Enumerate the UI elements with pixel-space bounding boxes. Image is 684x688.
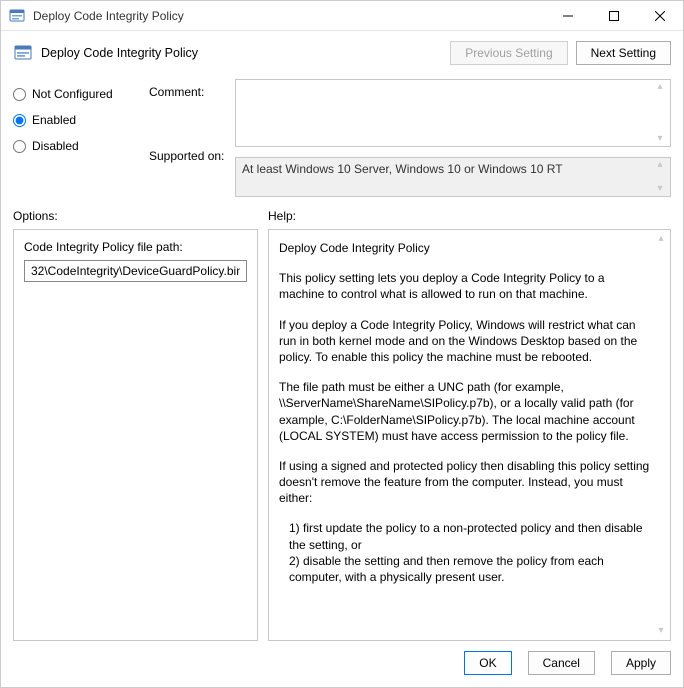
filepath-input[interactable]: [24, 260, 247, 282]
help-p3: The file path must be either a UNC path …: [279, 379, 650, 444]
radio-not-configured-input[interactable]: [13, 88, 26, 101]
field-labels: Comment: Supported on:: [149, 79, 229, 163]
supported-on-label: Supported on:: [149, 149, 229, 163]
header: Deploy Code Integrity Policy Previous Se…: [1, 31, 683, 75]
radio-not-configured[interactable]: Not Configured: [13, 87, 143, 101]
supported-on-box: At least Windows 10 Server, Windows 10 o…: [235, 157, 671, 197]
minimize-button[interactable]: [545, 1, 591, 31]
cancel-button[interactable]: Cancel: [528, 651, 595, 675]
apply-button[interactable]: Apply: [611, 651, 671, 675]
dialog-footer: OK Cancel Apply: [1, 641, 683, 687]
help-p5a: 1) first update the policy to a non-prot…: [279, 520, 650, 552]
comment-scrollbar[interactable]: ▴ ▾: [652, 82, 668, 144]
window-title: Deploy Code Integrity Policy: [33, 9, 545, 23]
policy-icon: [13, 43, 33, 63]
radio-disabled-label: Disabled: [32, 139, 79, 153]
filepath-label: Code Integrity Policy file path:: [24, 240, 247, 254]
chevron-down-icon: ▾: [657, 134, 662, 144]
comment-field[interactable]: [236, 80, 670, 146]
options-panel: Code Integrity Policy file path:: [13, 229, 258, 641]
help-p2: If you deploy a Code Integrity Policy, W…: [279, 317, 650, 366]
chevron-up-icon: ▴: [657, 82, 662, 92]
radio-disabled-input[interactable]: [13, 140, 26, 153]
help-p4: If using a signed and protected policy t…: [279, 458, 650, 507]
page-title: Deploy Code Integrity Policy: [41, 46, 442, 60]
previous-setting-button[interactable]: Previous Setting: [450, 41, 567, 65]
help-p5b: 2) disable the setting and then remove t…: [279, 553, 650, 585]
maximize-button[interactable]: [591, 1, 637, 31]
supported-scrollbar: ▴ ▾: [652, 160, 668, 194]
chevron-down-icon: ▾: [657, 184, 662, 194]
radio-disabled[interactable]: Disabled: [13, 139, 143, 153]
help-label: Help:: [268, 209, 671, 223]
help-scrollbar[interactable]: ▴ ▾: [654, 234, 668, 636]
radio-enabled[interactable]: Enabled: [13, 113, 143, 127]
radio-enabled-input[interactable]: [13, 114, 26, 127]
chevron-down-icon: ▾: [658, 626, 663, 636]
radio-not-configured-label: Not Configured: [32, 87, 113, 101]
radio-enabled-label: Enabled: [32, 113, 76, 127]
help-title: Deploy Code Integrity Policy: [279, 240, 650, 256]
comment-field-wrap: ▴ ▾: [235, 79, 671, 147]
chevron-up-icon: ▴: [658, 234, 663, 244]
close-button[interactable]: [637, 1, 683, 31]
next-setting-button[interactable]: Next Setting: [576, 41, 671, 65]
comment-label: Comment:: [149, 85, 229, 99]
supported-on-text: At least Windows 10 Server, Windows 10 o…: [242, 162, 563, 176]
chevron-up-icon: ▴: [657, 160, 662, 170]
help-p1: This policy setting lets you deploy a Co…: [279, 270, 650, 302]
help-panel: Deploy Code Integrity Policy This policy…: [268, 229, 671, 641]
dialog-window: Deploy Code Integrity Policy Deploy Code…: [0, 0, 684, 688]
ok-button[interactable]: OK: [464, 651, 511, 675]
state-radio-group: Not Configured Enabled Disabled: [13, 79, 143, 153]
options-label: Options:: [13, 209, 268, 223]
titlebar: Deploy Code Integrity Policy: [1, 1, 683, 31]
app-icon: [9, 8, 25, 24]
